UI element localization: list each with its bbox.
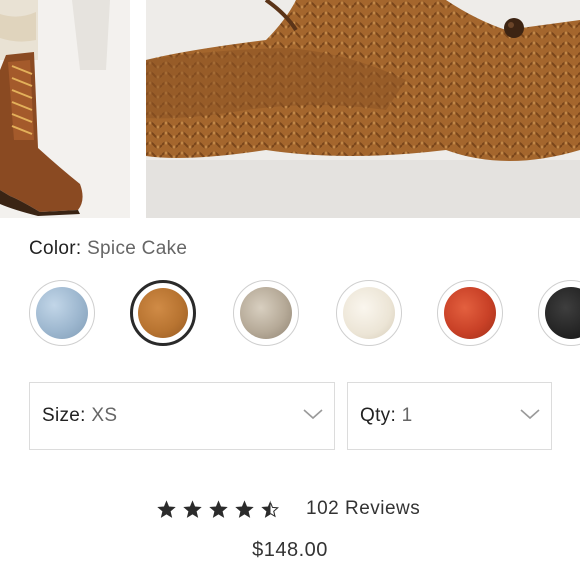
swatch-red[interactable]: [437, 280, 503, 346]
product-main-sweater[interactable]: [146, 0, 580, 218]
swatch-fill: [343, 287, 395, 339]
star-icon: [183, 499, 202, 518]
swatch-spice-cake[interactable]: [130, 280, 196, 346]
qty-label: Qty:: [360, 405, 397, 426]
swatch-fill: [240, 287, 292, 339]
sweater-image: [146, 0, 580, 218]
reviews-count-link[interactable]: 102 Reviews: [306, 498, 420, 520]
color-selected-value: Spice Cake: [87, 238, 188, 259]
star-icon: [157, 499, 176, 518]
color-label-text: Color:: [29, 238, 82, 259]
swatch-fill: [138, 288, 188, 338]
star-icon: [209, 499, 228, 518]
half-star-icon: [261, 499, 279, 518]
swatch-blue[interactable]: [29, 280, 95, 346]
size-select[interactable]: Size: XS: [29, 382, 335, 450]
boot-image: [0, 0, 130, 218]
swatch-ivory[interactable]: [336, 280, 402, 346]
color-swatch-list: [0, 280, 580, 348]
star-icon: [235, 499, 254, 518]
swatch-fill: [545, 287, 580, 339]
swatch-black[interactable]: [538, 280, 580, 346]
qty-select[interactable]: Qty: 1: [347, 382, 552, 450]
size-label: Size:: [42, 405, 86, 426]
product-rating[interactable]: 102 Reviews: [156, 495, 420, 523]
qty-value: 1: [401, 405, 413, 426]
size-value: XS: [91, 405, 118, 426]
star-rating: [156, 499, 286, 520]
product-thumb-boots[interactable]: [0, 0, 130, 218]
color-label: Color: Spice Cake: [29, 238, 187, 260]
swatch-oatmeal[interactable]: [233, 280, 299, 346]
swatch-fill: [36, 287, 88, 339]
qty-select-text: Qty: 1: [360, 405, 413, 427]
chevron-down-icon: [520, 409, 540, 420]
swatch-fill: [444, 287, 496, 339]
product-price: $148.00: [252, 539, 328, 561]
chevron-down-icon: [303, 409, 323, 420]
size-select-text: Size: XS: [42, 405, 117, 427]
